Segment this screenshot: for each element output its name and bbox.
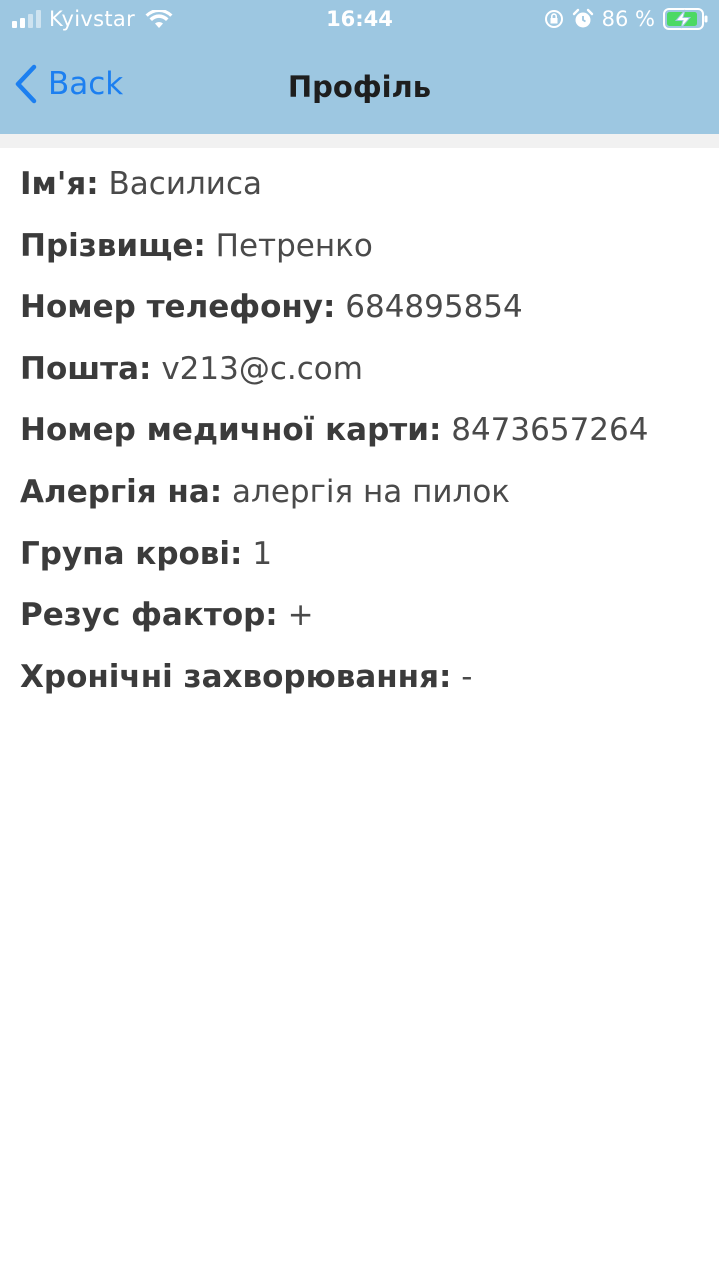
profile-field-rh-factor: Резус фактор: +	[20, 597, 710, 659]
field-value: -	[461, 658, 473, 695]
field-value: +	[287, 597, 314, 634]
profile-field-allergy: Алергія на: алергія на пилок	[20, 474, 710, 536]
alarm-icon	[572, 8, 593, 28]
field-value: 1	[252, 535, 273, 572]
field-label: Пошта:	[20, 350, 152, 387]
profile-field-phone: Номер телефону: 684895854	[20, 289, 710, 351]
profile-field-blood-group: Група крові: 1	[20, 536, 710, 598]
field-label: Хронічні захворювання:	[20, 658, 452, 695]
field-label: Алергія на:	[20, 473, 223, 510]
field-value: v213@c.com	[161, 350, 363, 387]
header: Kyivstar 16:44 86 % Back Профіль	[0, 0, 719, 134]
battery-percentage: 86 %	[601, 7, 655, 31]
profile-field-first-name: Ім'я: Василиса	[20, 166, 710, 228]
profile-details: Ім'я: Василиса Прізвище: Петренко Номер …	[20, 166, 710, 720]
profile-field-medical-card: Номер медичної карти: 8473657264	[20, 412, 710, 474]
navigation-bar: Back Профіль	[0, 44, 719, 134]
battery-charging-icon	[663, 8, 708, 30]
field-value: 684895854	[345, 289, 523, 326]
profile-field-chronic-diseases: Хронічні захворювання: -	[20, 659, 710, 721]
field-value: Василиса	[108, 166, 262, 202]
field-value: алергія на пилок	[232, 473, 511, 510]
field-label: Резус фактор:	[20, 597, 278, 634]
field-label: Група крові:	[20, 535, 243, 572]
lock-rotation-icon	[544, 10, 563, 28]
header-divider	[0, 134, 719, 148]
status-bar: Kyivstar 16:44 86 %	[0, 0, 719, 40]
field-value: Петренко	[215, 227, 373, 264]
field-label: Номер телефону:	[20, 289, 336, 326]
profile-field-email: Пошта: v213@c.com	[20, 351, 710, 413]
field-value: 8473657264	[451, 412, 649, 449]
page-title: Профіль	[287, 70, 432, 104]
field-label: Ім'я:	[20, 166, 99, 202]
status-right: 86 %	[544, 7, 709, 31]
field-label: Прізвище:	[20, 227, 206, 264]
profile-field-last-name: Прізвище: Петренко	[20, 228, 710, 290]
field-label: Номер медичної карти:	[20, 412, 442, 449]
